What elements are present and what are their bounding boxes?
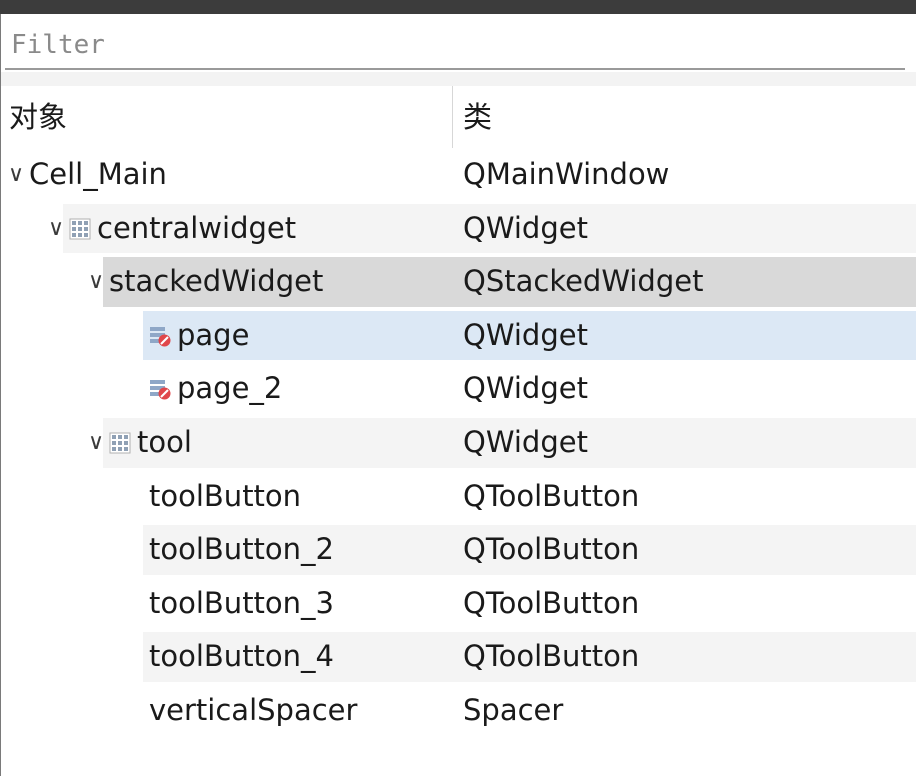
chevron-down-icon[interactable]: ∨: [45, 202, 67, 256]
tree-row[interactable]: page QWidget: [1, 309, 916, 363]
tree-row[interactable]: ∨ tool QWidget: [1, 416, 916, 470]
object-name: centralwidget: [97, 210, 297, 245]
object-class: QWidget: [463, 210, 588, 245]
chevron-down-icon[interactable]: ∨: [85, 416, 107, 470]
tree-row[interactable]: ∨ Cell_Main QMainWindow: [1, 148, 916, 202]
object-class: QWidget: [463, 371, 588, 406]
object-class: QToolButton: [463, 532, 640, 567]
tree-row[interactable]: toolButton QToolButton: [1, 470, 916, 524]
object-class: QWidget: [463, 424, 588, 459]
tree-row[interactable]: verticalSpacer Spacer: [1, 684, 916, 738]
object-name: tool: [137, 424, 192, 459]
object-name: page_2: [177, 371, 283, 406]
header-separator[interactable]: [452, 86, 453, 148]
object-name: page: [177, 317, 250, 352]
object-tree: ∨ Cell_Main QMainWindow ∨ centralwidget QWidg…: [1, 148, 916, 738]
tree-row[interactable]: ∨ centralwidget QWidget: [1, 202, 916, 256]
header-class[interactable]: 类: [463, 86, 492, 148]
chevron-down-icon[interactable]: ∨: [85, 255, 107, 309]
object-inspector-panel: 对象 类 ∨Cell_MainQMainWindow∨centralwidget…: [0, 14, 916, 776]
filter-divider: [1, 72, 916, 86]
tree-row[interactable]: toolButton_2 QToolButton: [1, 523, 916, 577]
object-name: Cell_Main: [29, 157, 167, 191]
object-name: toolButton_4: [149, 639, 335, 674]
grid-layout-icon: [69, 218, 91, 240]
filter-input[interactable]: [5, 22, 905, 70]
tree-header: 对象 类: [1, 86, 916, 148]
object-class: QToolButton: [463, 639, 640, 674]
object-name: verticalSpacer: [149, 692, 358, 727]
object-class: QStackedWidget: [463, 264, 704, 299]
object-class: QToolButton: [463, 478, 640, 513]
tree-row[interactable]: toolButton_4 QToolButton: [1, 630, 916, 684]
object-class: QWidget: [463, 317, 588, 352]
window-top-border: [0, 0, 916, 14]
object-name: stackedWidget: [109, 264, 324, 299]
grid-layout-icon: [109, 432, 131, 454]
tree-row[interactable]: ∨ stackedWidget QStackedWidget: [1, 255, 916, 309]
chevron-down-icon[interactable]: ∨: [5, 148, 27, 202]
object-name: toolButton: [149, 478, 302, 513]
broken-layout-icon: [149, 378, 171, 400]
broken-layout-icon: [149, 325, 171, 347]
object-class: QToolButton: [463, 585, 640, 620]
tree-row[interactable]: toolButton_3 QToolButton: [1, 577, 916, 631]
header-object[interactable]: 对象: [9, 86, 67, 148]
object-name: toolButton_2: [149, 532, 335, 567]
object-name: toolButton_3: [149, 585, 335, 620]
object-class: Spacer: [463, 692, 564, 727]
tree-row[interactable]: page_2 QWidget: [1, 362, 916, 416]
object-class: QMainWindow: [463, 157, 670, 191]
